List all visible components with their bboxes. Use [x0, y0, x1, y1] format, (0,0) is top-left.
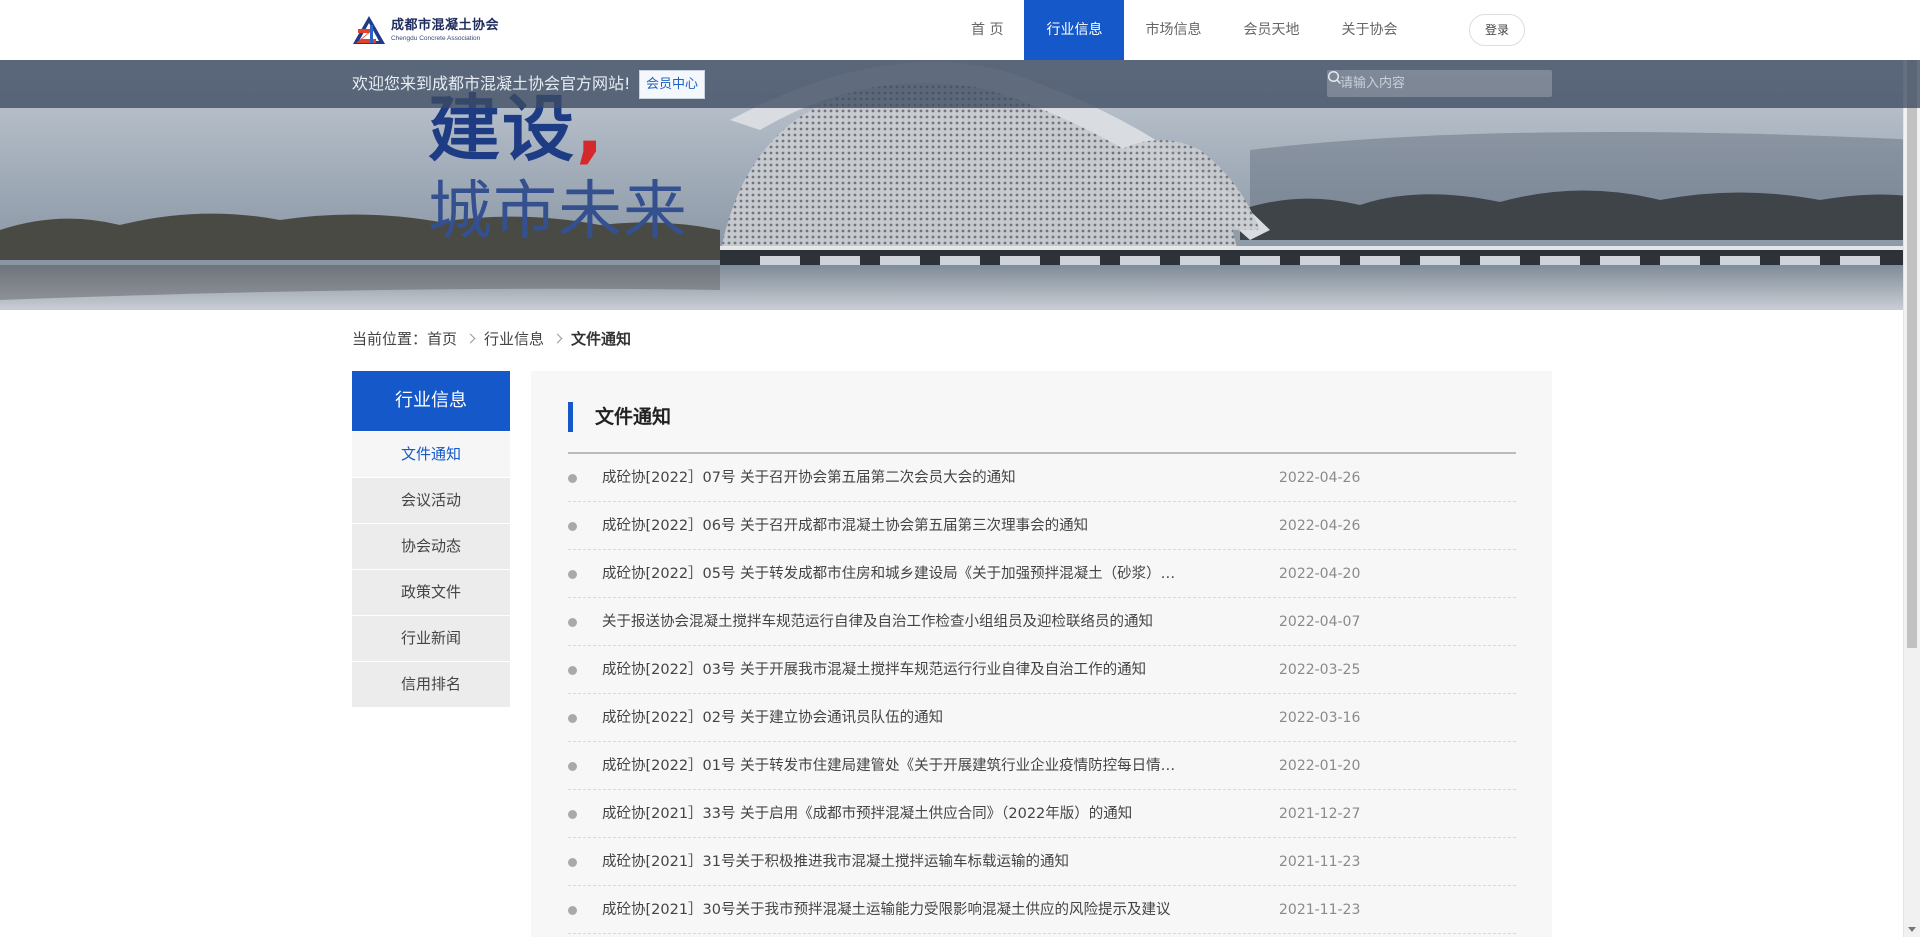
bullet-icon [568, 714, 577, 723]
chevron-right-icon [552, 333, 563, 343]
welcome-text: 欢迎您来到成都市混凝土协会官方网站! [352, 74, 631, 93]
logo-subtitle: Chengdu Concrete Association [391, 34, 481, 42]
list-item[interactable]: 成砼协[2021］31号关于积极推进我市混凝土搅拌运输车标载运输的通知 2021-… [568, 838, 1516, 886]
site-logo[interactable]: 成都市混凝土协会 Chengdu Concrete Association [352, 14, 499, 46]
login-button[interactable]: 登录 [1469, 14, 1525, 46]
sidebar-heading: 行业信息 [352, 371, 510, 431]
list-item-date: 2022-04-20 [1279, 566, 1361, 582]
sidebar-item-credit-ranking[interactable]: 信用排名 [352, 662, 510, 707]
list-item-date: 2021-12-27 [1279, 806, 1361, 822]
bullet-icon [568, 666, 577, 675]
list-item[interactable]: 关于报送协会混凝土搅拌车规范运行自律及自治工作检查小组组员及迎检联络员的通知 20… [568, 598, 1516, 646]
bullet-icon [568, 522, 577, 531]
search-icon[interactable] [1327, 70, 1342, 85]
sidebar-item-policies[interactable]: 政策文件 [352, 570, 510, 615]
logo-title: 成都市混凝土协会 [391, 17, 500, 33]
nav-item-market-info[interactable]: 市场信息 [1124, 0, 1222, 60]
list-item-title[interactable]: 关于报送协会混凝土搅拌车规范运行自律及自治工作检查小组组员及迎检联络员的通知 [602, 598, 1227, 646]
bullet-icon [568, 762, 577, 771]
bullet-icon [568, 570, 577, 579]
list-item-date: 2022-01-20 [1279, 758, 1361, 774]
bullet-icon [568, 810, 577, 819]
logo-mark-icon [353, 16, 385, 44]
list-item[interactable]: 成砼协[2022］05号 关于转发成都市住房和城乡建设局《关于加强预拌混凝土（砂… [568, 550, 1516, 598]
sidebar: 行业信息 文件通知 会议活动 协会动态 政策文件 行业新闻 信用排名 [352, 371, 510, 707]
scrollbar-thumb[interactable] [1907, 16, 1917, 648]
sidebar-item-meetings[interactable]: 会议活动 [352, 478, 510, 523]
list-item-date: 2022-03-16 [1279, 710, 1361, 726]
search-input[interactable] [1327, 70, 1517, 97]
banner-slogan-line2: 城市未来 [428, 175, 688, 249]
member-center-button[interactable]: 会员中心 [639, 70, 706, 99]
list-item-date: 2022-04-07 [1279, 614, 1361, 630]
content-panel: 文件通知 成砼协[2022］07号 关于召开协会第五届第二次会员大会的通知 202… [531, 371, 1552, 937]
list-item-title[interactable]: 成砼协[2022］07号 关于召开协会第五届第二次会员大会的通知 [602, 454, 1227, 502]
list-item[interactable]: 成砼协[2022］03号 关于开展我市混凝土搅拌车规范运行行业自律及自治工作的通… [568, 646, 1516, 694]
sidebar-item-industry-news[interactable]: 行业新闻 [352, 616, 510, 661]
breadcrumb-home[interactable]: 首页 [427, 328, 457, 349]
breadcrumb-prefix: 当前位置： [352, 329, 428, 348]
list-item[interactable]: 成砼协[2022］06号 关于召开成都市混凝土协会第五届第三次理事会的通知 202… [568, 502, 1516, 550]
list-item-title[interactable]: 成砼协[2022］06号 关于召开成都市混凝土协会第五届第三次理事会的通知 [602, 502, 1227, 550]
site-header: 成都市混凝土协会 Chengdu Concrete Association 首 … [0, 0, 1920, 60]
scroll-down-icon[interactable] [1908, 927, 1916, 932]
list-item-date: 2022-04-26 [1279, 518, 1361, 534]
list-item[interactable]: 成砼协[2022］02号 关于建立协会通讯员队伍的通知 2022-03-16 [568, 694, 1516, 742]
list-item-title[interactable]: 成砼协[2022］03号 关于开展我市混凝土搅拌车规范运行行业自律及自治工作的通… [602, 646, 1227, 694]
list-item[interactable]: 成砼协[2021］30号关于我市预拌混凝土运输能力受限影响混凝土供应的风险提示及… [568, 886, 1516, 934]
hero-banner: 建设, 城市未来 欢迎您来到成都市混凝土协会官方网站! 会员中心 [0, 60, 1920, 310]
list-item-date: 2022-04-26 [1279, 470, 1361, 486]
bullet-icon [568, 474, 577, 483]
list-item[interactable]: 成砼协[2021］33号 关于启用《成都市预拌混凝土供应合同》（2022年版）的… [568, 790, 1516, 838]
list-item-title[interactable]: 成砼协[2021］31号关于积极推进我市混凝土搅拌运输车标载运输的通知 [602, 838, 1227, 886]
nav-item-industry-info[interactable]: 行业信息 [1024, 0, 1125, 60]
bullet-icon [568, 858, 577, 867]
list-item-title[interactable]: 成砼协[2021］30号关于我市预拌混凝土运输能力受限影响混凝土供应的风险提示及… [602, 886, 1227, 934]
list-item-title[interactable]: 成砼协[2022］02号 关于建立协会通讯员队伍的通知 [602, 694, 1227, 742]
search-box [1327, 70, 1552, 97]
list-item[interactable]: 成砼协[2022］01号 关于转发市住建局建管处《关于开展建筑行业企业疫情防控每… [568, 742, 1516, 790]
breadcrumb-current: 文件通知 [571, 329, 632, 348]
list-item-date: 2021-11-23 [1279, 854, 1361, 870]
breadcrumb-industry-info[interactable]: 行业信息 [484, 328, 544, 349]
list-item-date: 2021-11-23 [1279, 902, 1361, 918]
nav-item-home[interactable]: 首 页 [950, 0, 1024, 60]
bullet-icon [568, 618, 577, 627]
page-title: 文件通知 [568, 402, 671, 432]
sidebar-item-association-news[interactable]: 协会动态 [352, 524, 510, 569]
list-item[interactable]: 成砼协[2022］07号 关于召开协会第五届第二次会员大会的通知 2022-04-… [568, 454, 1516, 502]
sidebar-item-notices[interactable]: 文件通知 [352, 432, 510, 477]
chevron-right-icon [465, 333, 476, 343]
main-nav: 首 页 行业信息 市场信息 会员天地 关于协会 [950, 0, 1418, 60]
welcome-bar: 欢迎您来到成都市混凝土协会官方网站! 会员中心 [0, 60, 1920, 108]
notice-list: 成砼协[2022］07号 关于召开协会第五届第二次会员大会的通知 2022-04-… [568, 454, 1516, 934]
breadcrumb: 当前位置： 首页 行业信息 文件通知 [352, 326, 631, 350]
list-item-title[interactable]: 成砼协[2021］33号 关于启用《成都市预拌混凝土供应合同》（2022年版）的… [602, 790, 1227, 838]
list-item-title[interactable]: 成砼协[2022］05号 关于转发成都市住房和城乡建设局《关于加强预拌混凝土（砂… [602, 550, 1227, 598]
page-scrollbar[interactable] [1903, 0, 1920, 937]
bullet-icon [568, 906, 577, 915]
list-item-title[interactable]: 成砼协[2022］01号 关于转发市住建局建管处《关于开展建筑行业企业疫情防控每… [602, 742, 1227, 790]
list-item-date: 2022-03-25 [1279, 662, 1361, 678]
nav-item-members[interactable]: 会员天地 [1222, 0, 1320, 60]
nav-item-about[interactable]: 关于协会 [1320, 0, 1418, 60]
